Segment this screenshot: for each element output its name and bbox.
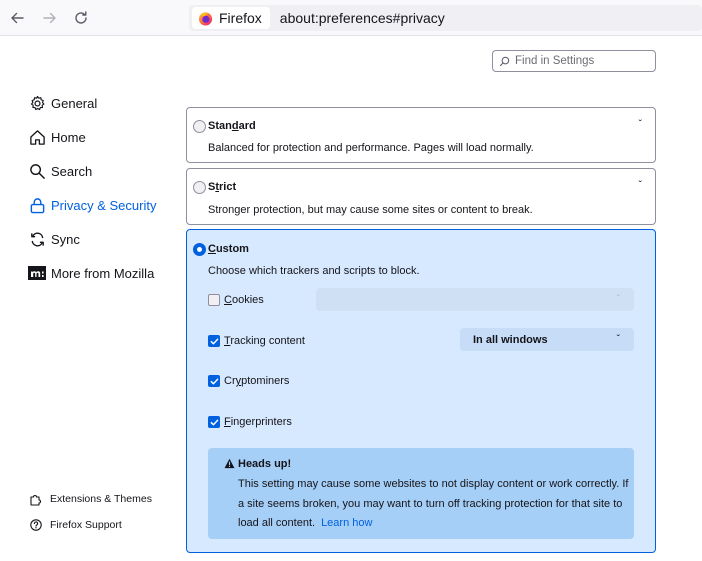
search-icon (28, 162, 46, 180)
sidebar-footer-extensions-themes[interactable]: Extensions & Themes (30, 491, 152, 507)
sidebar-item-label: Privacy & Security (51, 197, 157, 213)
sidebar-item-home[interactable]: Home (28, 126, 86, 148)
sidebar-item-label: Home (51, 129, 86, 145)
arrow-right-icon (43, 12, 56, 24)
checkmark-icon (210, 338, 218, 344)
cookies-checkbox[interactable] (208, 294, 220, 306)
warning-text-line: a site seems broken, you may want to tur… (238, 498, 623, 510)
strict-title: Strict (208, 181, 237, 193)
sidebar-item-label: General (51, 95, 98, 111)
cryptominers-checkbox[interactable] (208, 375, 220, 387)
sidebar-item-sync[interactable]: Sync (28, 228, 80, 250)
sidebar-item-privacy-security[interactable]: Privacy & Security (28, 194, 156, 216)
warning-text-line: load all content. Learn how (238, 517, 373, 529)
cryptominers-option[interactable]: Cryptominers (208, 373, 289, 389)
standard-title: Standard (208, 120, 256, 132)
checkmark-icon (210, 378, 218, 384)
identity-label: Firefox (219, 10, 262, 26)
gear-icon (28, 94, 46, 112)
forward-button[interactable] (38, 6, 62, 30)
puzzle-icon (30, 494, 41, 506)
fingerprinters-checkbox[interactable] (208, 416, 220, 428)
sidebar-footer-label: Extensions & Themes (50, 493, 152, 505)
mozilla-icon (28, 264, 46, 282)
sync-icon (28, 230, 46, 248)
url-bar[interactable]: Firefox about:preferences#privacy (189, 5, 702, 31)
cryptominers-label: Cryptominers (224, 375, 290, 387)
strict-description: Stronger protection, but may cause some … (208, 204, 533, 216)
tracking-content-select[interactable]: In all windows ˇ (460, 328, 634, 351)
arrow-left-icon (11, 12, 24, 24)
lock-icon (28, 196, 46, 214)
search-icon (499, 56, 510, 66)
cookies-label: Cookies (224, 294, 264, 306)
learn-how-link[interactable]: Learn how (321, 517, 372, 529)
heads-up-warning: Heads up! This setting may cause some we… (208, 448, 634, 539)
fingerprinters-option[interactable]: Fingerprinters (208, 414, 292, 430)
reload-icon (75, 11, 87, 24)
strict-radio[interactable] (193, 181, 206, 194)
sidebar-item-label: Sync (51, 231, 80, 247)
help-icon (30, 519, 42, 531)
custom-title: Custom (208, 243, 249, 255)
standard-description: Balanced for protection and performance.… (208, 142, 534, 154)
sidebar-item-label: More from Mozilla (51, 265, 155, 281)
chevron-down-icon: ˇ (616, 334, 620, 345)
firefox-logo-icon (198, 11, 213, 26)
chevron-down-icon[interactable]: ˇ (639, 119, 642, 130)
cookies-select: ˇ (316, 288, 634, 311)
back-button[interactable] (5, 6, 29, 30)
warning-text-line: This setting may cause some websites to … (238, 478, 629, 490)
protection-standard-section[interactable]: Standard ˇ Balanced for protection and p… (186, 107, 656, 163)
home-icon (28, 128, 46, 146)
custom-description: Choose which trackers and scripts to blo… (208, 265, 420, 277)
url-text[interactable]: about:preferences#privacy (280, 10, 445, 26)
standard-radio[interactable] (193, 120, 206, 133)
protection-strict-section[interactable]: Strict ˇ Stronger protection, but may ca… (186, 168, 656, 225)
sidebar-item-label: Search (51, 163, 93, 179)
browser-toolbar: Firefox about:preferences#privacy (0, 0, 702, 36)
tracking-content-label: Tracking content (224, 335, 305, 347)
checkmark-icon (210, 419, 218, 425)
chevron-down-icon[interactable]: ˇ (639, 180, 642, 191)
sidebar-footer-label: Firefox Support (50, 519, 122, 531)
tracking-content-option[interactable]: Tracking content (208, 333, 305, 349)
find-in-settings-input[interactable]: Find in Settings (492, 50, 656, 72)
find-placeholder: Find in Settings (515, 55, 595, 67)
chevron-down-icon: ˇ (616, 294, 620, 305)
sidebar-item-search[interactable]: Search (28, 160, 92, 182)
warning-icon (224, 458, 235, 469)
reload-button[interactable] (69, 6, 93, 30)
identity-box[interactable]: Firefox (192, 7, 270, 29)
tracking-content-checkbox[interactable] (208, 335, 220, 347)
warning-title: Heads up! (238, 458, 292, 470)
sidebar-footer-firefox-support[interactable]: Firefox Support (30, 517, 122, 533)
protection-custom-section[interactable]: Custom Choose which trackers and scripts… (186, 229, 656, 553)
tracking-select-value: In all windows (473, 333, 548, 346)
custom-radio[interactable] (193, 243, 206, 256)
fingerprinters-label: Fingerprinters (224, 416, 292, 428)
sidebar-item-more-from-mozilla[interactable]: More from Mozilla (28, 262, 154, 284)
sidebar-item-general[interactable]: General (28, 92, 97, 114)
cookies-option[interactable]: Cookies (208, 292, 264, 308)
